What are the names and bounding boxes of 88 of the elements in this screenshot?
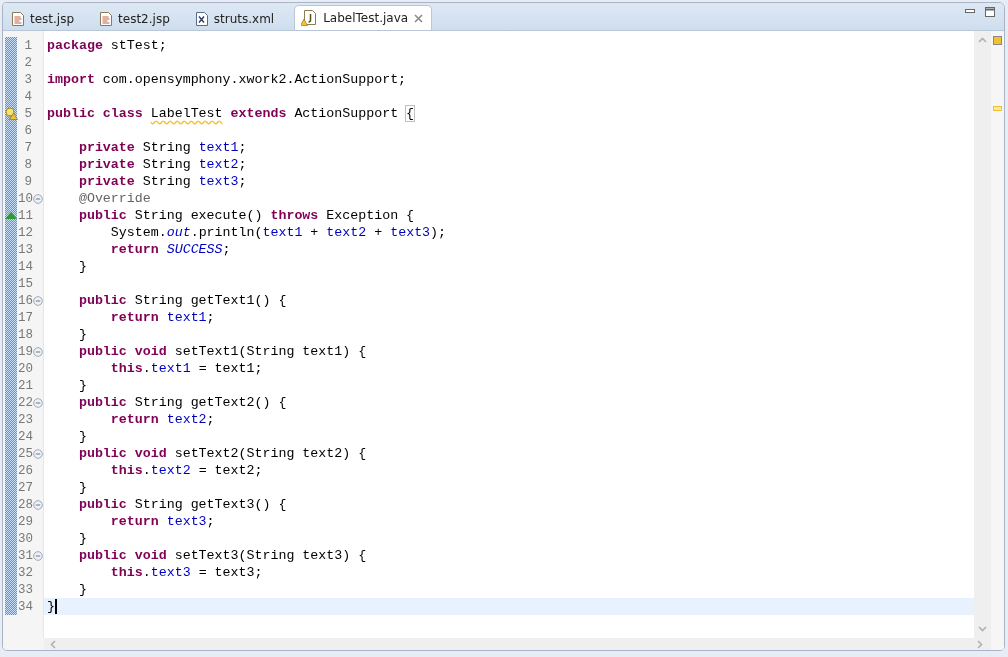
- line-number: 18: [18, 327, 32, 342]
- code-line: }: [77, 530, 88, 547]
- code-line: return text2;: [109, 411, 216, 428]
- code-line: public void setText1(String text1) {: [77, 343, 368, 360]
- line-number: 1: [23, 38, 32, 53]
- code-line: return text1;: [109, 309, 216, 326]
- line-number: 14: [18, 259, 32, 274]
- line-number: 33: [18, 582, 32, 597]
- line-number: 29: [18, 514, 32, 529]
- code-line: public void setText3(String text3) {: [77, 547, 368, 564]
- code-line: public String getText1() {: [77, 292, 288, 309]
- code-line: }: [77, 377, 88, 394]
- line-number: 16: [18, 293, 32, 308]
- line-number: 22: [18, 395, 32, 410]
- editor-tab[interactable]: struts.xml: [189, 7, 291, 30]
- line-number: 26: [18, 463, 32, 478]
- maximize-icon[interactable]: [984, 6, 996, 18]
- override-triangle-icon[interactable]: [5, 212, 17, 219]
- code-line: }: [77, 428, 88, 445]
- java-file-icon: [301, 10, 318, 26]
- scroll-down-icon[interactable]: [978, 626, 987, 632]
- collapse-icon[interactable]: [33, 499, 43, 510]
- collapse-icon[interactable]: [33, 295, 43, 306]
- code-line: public class LabelTest extends ActionSupport {: [46, 105, 416, 122]
- line-number: 30: [18, 531, 32, 546]
- code-line: this.text3 = text3;: [109, 564, 264, 581]
- line-number: 11: [18, 208, 32, 223]
- collapse-icon[interactable]: [33, 346, 43, 357]
- line-number: 34: [18, 599, 32, 614]
- code-line: package stTest;: [46, 37, 168, 54]
- code-line: this.text1 = text1;: [109, 360, 264, 377]
- line-number: 5: [23, 106, 32, 121]
- code-line: import com.opensymphony.xwork2.ActionSupport;: [46, 71, 408, 88]
- editor-tab[interactable]: test.jsp: [6, 7, 91, 30]
- code-line: }: [77, 258, 88, 275]
- code-line: public String execute() throws Exception {: [77, 207, 416, 224]
- line-number: 20: [18, 361, 32, 376]
- collapse-icon[interactable]: [33, 550, 43, 561]
- line-number: 6: [23, 123, 32, 138]
- code-line: this.text2 = text2;: [109, 462, 264, 479]
- code-line: public String getText2() {: [77, 394, 288, 411]
- code-line: private String text2;: [77, 156, 248, 173]
- warning-lightbulb-icon[interactable]: [5, 107, 18, 120]
- scroll-left-icon[interactable]: [50, 639, 56, 649]
- code-line: }: [77, 581, 88, 598]
- line-number: 15: [18, 276, 32, 291]
- line-number: 17: [18, 310, 32, 325]
- line-number: 7: [23, 140, 32, 155]
- collapse-icon[interactable]: [33, 448, 43, 459]
- line-number: 3: [23, 72, 32, 87]
- file-icon: [12, 11, 24, 26]
- scroll-up-icon[interactable]: [978, 37, 987, 43]
- line-number: 27: [18, 480, 32, 495]
- editor-tab[interactable]: LabelTest.java: [294, 5, 433, 30]
- line-number: 9: [23, 174, 32, 189]
- line-number: 12: [18, 225, 32, 240]
- line-number: 31: [18, 548, 32, 563]
- code-line: }: [77, 479, 88, 496]
- line-number: 24: [18, 429, 32, 444]
- line-number: 4: [23, 89, 32, 104]
- code-line: private String text3;: [77, 173, 248, 190]
- line-number: 32: [18, 565, 32, 580]
- line-number: 8: [23, 157, 32, 172]
- xml-file-icon: [195, 11, 208, 26]
- collapse-icon[interactable]: [33, 193, 43, 204]
- line-number: 19: [18, 344, 32, 359]
- code-line: }: [77, 326, 88, 343]
- code-line: System.out.println(text1 + text2 + text3);: [109, 224, 448, 241]
- code-line: return text3;: [109, 513, 216, 530]
- code-line: return SUCCESS;: [109, 241, 232, 258]
- line-number: 13: [18, 242, 32, 257]
- editor-tab[interactable]: test2.jsp: [94, 7, 186, 30]
- line-number: 23: [18, 412, 32, 427]
- code-line: private String text1;: [77, 139, 248, 156]
- scroll-right-icon[interactable]: [977, 639, 983, 649]
- line-number: 25: [18, 446, 32, 461]
- line-number: 21: [18, 378, 32, 393]
- close-icon[interactable]: [414, 13, 424, 23]
- line-number: 2: [23, 55, 32, 70]
- file-icon: [100, 11, 113, 26]
- warning-marker[interactable]: [993, 106, 1002, 111]
- line-number: 10: [18, 191, 32, 206]
- code-line: public void setText2(String text2) {: [77, 445, 368, 462]
- collapse-icon[interactable]: [33, 397, 43, 408]
- code-line: public String getText3() {: [77, 496, 288, 513]
- code-line: @Override: [77, 190, 152, 207]
- line-number: 28: [18, 497, 32, 512]
- warning-summary-icon[interactable]: [993, 36, 1002, 45]
